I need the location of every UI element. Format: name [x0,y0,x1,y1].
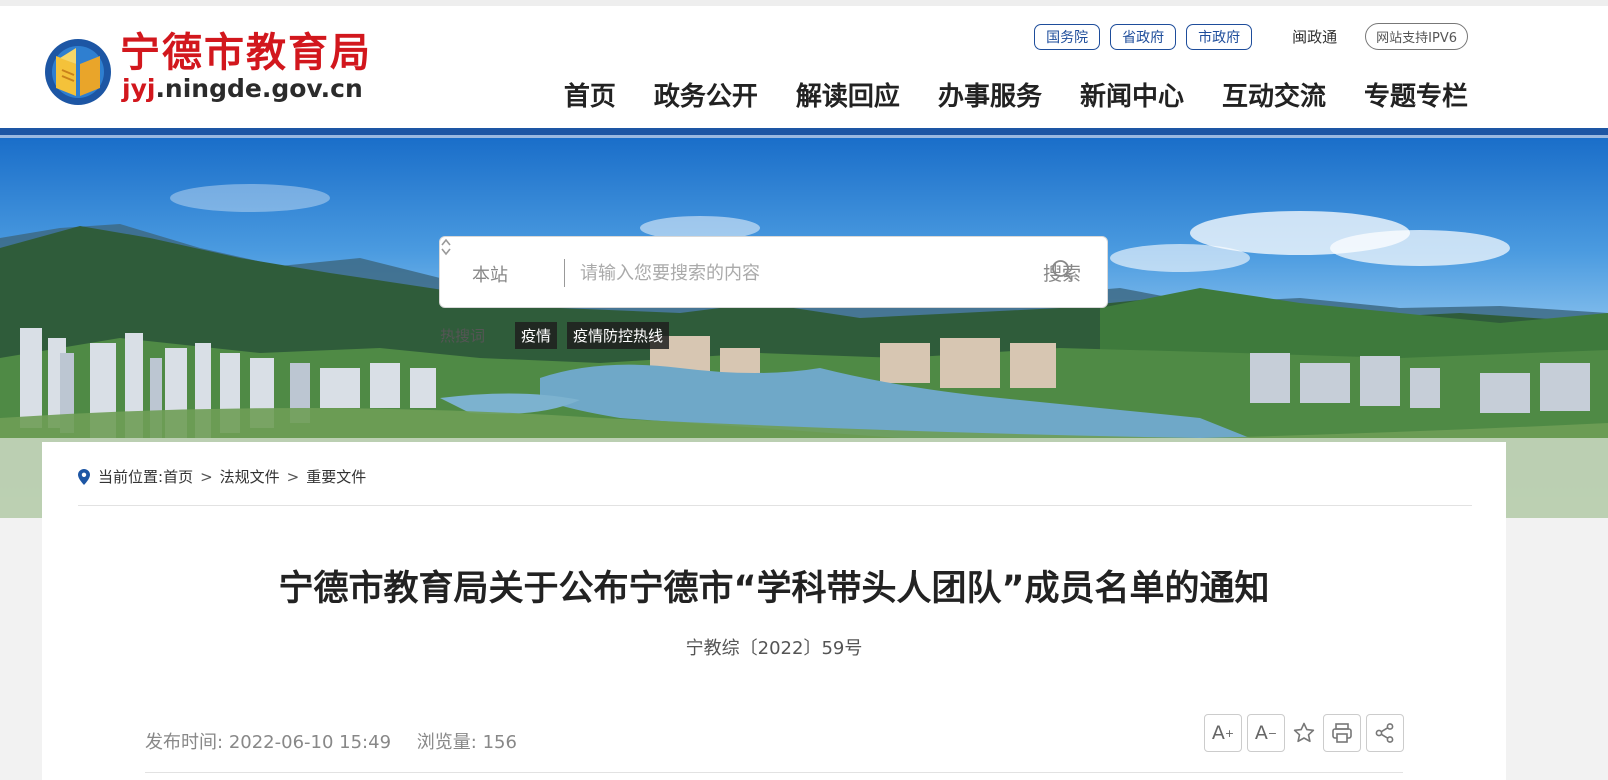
article-title: 宁德市教育局关于公布宁德市“学科带头人团队”成员名单的通知 [278,569,1270,609]
breadcrumb-regulations[interactable]: 法规文件 [220,466,280,487]
ipv6-badge: 网站支持IPV6 [1365,23,1468,50]
header-divider [0,128,1608,135]
publish-label: 发布时间: [145,732,224,753]
print-icon [1332,723,1352,743]
meta-divider [145,772,1403,773]
font-increase-button[interactable]: A + [1204,714,1242,752]
breadcrumb: 当前位置: 首页 > 法规文件 > 重要文件 [78,466,366,487]
logo-domain-rest: .ningde.gov.cn [155,74,363,103]
nav-item-home[interactable]: 首页 [564,76,616,113]
hot-search-label: 热搜词 [440,327,486,345]
search-icon [1052,260,1072,280]
logo-domain-prefix: jyj [122,74,156,103]
font-decrease-sup: − [1267,726,1278,740]
breadcrumb-separator: > [286,467,300,486]
link-city-gov[interactable]: 市政府 [1186,23,1253,50]
nav-item-gov-affairs[interactable]: 政务公开 [654,76,758,113]
search-scope-select[interactable]: 本站 [472,261,508,287]
site-logo[interactable]: 宁德市教育局 jyj.ningde.gov.cn [42,26,402,108]
logo-title: 宁德市教育局 [120,29,372,76]
link-state-council[interactable]: 国务院 [1034,23,1101,50]
book-logo-icon [45,39,111,105]
article-panel: 当前位置: 首页 > 法规文件 > 重要文件 宁德市教育局关于公布宁德市“学科带… [42,442,1506,780]
font-increase-label: A [1211,722,1225,744]
share-button[interactable] [1366,714,1404,752]
link-minzhengtong[interactable]: 闽政通 [1292,26,1337,47]
font-increase-sup: + [1224,726,1235,740]
star-icon [1293,722,1315,743]
breadcrumb-prefix: 当前位置: [98,468,164,486]
top-links: 国务院 省政府 市政府 闽政通 网站支持IPV6 [1024,23,1468,50]
hot-tag-epidemic[interactable]: 疫情 [515,322,558,349]
nav-item-topics[interactable]: 专题专栏 [1364,76,1468,113]
main-nav: 首页 政务公开 解读回应 办事服务 新闻中心 互动交流 专题专栏 [526,76,1468,113]
breadcrumb-divider [78,505,1472,506]
nav-item-interaction[interactable]: 互动交流 [1222,76,1326,113]
hot-tag-hotline[interactable]: 疫情防控热线 [567,322,670,349]
sort-arrows-icon[interactable] [440,237,452,257]
print-button[interactable] [1323,714,1361,752]
nav-item-interpretation[interactable]: 解读回应 [796,76,900,113]
document-number: 宁教综〔2022〕59号 [685,638,863,659]
share-icon [1375,723,1394,743]
breadcrumb-home[interactable]: 首页 [163,466,193,487]
search-input[interactable] [580,253,980,293]
hot-search: 热搜词 疫情 疫情防控热线 [440,322,679,349]
font-decrease-label: A [1254,722,1268,744]
views-label: 浏览量: [416,732,477,753]
nav-item-news[interactable]: 新闻中心 [1080,76,1184,113]
search-box: 本站 搜索 [439,236,1108,308]
link-province-gov[interactable]: 省政府 [1110,23,1177,50]
breadcrumb-important-docs[interactable]: 重要文件 [306,466,366,487]
publish-time: 2022-06-10 15:49 [228,732,392,753]
font-decrease-button[interactable]: A − [1247,714,1285,752]
location-pin-icon [78,468,90,485]
search-button[interactable]: 搜索 [1043,259,1081,286]
nav-item-services[interactable]: 办事服务 [938,76,1042,113]
logo-domain: jyj.ningde.gov.cn [122,74,363,103]
search-divider [564,259,565,287]
site-header: 宁德市教育局 jyj.ningde.gov.cn 国务院 省政府 市政府 闽政通… [0,0,1608,130]
article-meta: 发布时间: 2022-06-10 15:49 浏览量: 156 [145,728,517,754]
breadcrumb-separator: > [200,467,213,486]
article-tools: A + A − [1204,714,1409,752]
favorite-button[interactable] [1290,719,1318,747]
views-count: 156 [482,732,517,753]
